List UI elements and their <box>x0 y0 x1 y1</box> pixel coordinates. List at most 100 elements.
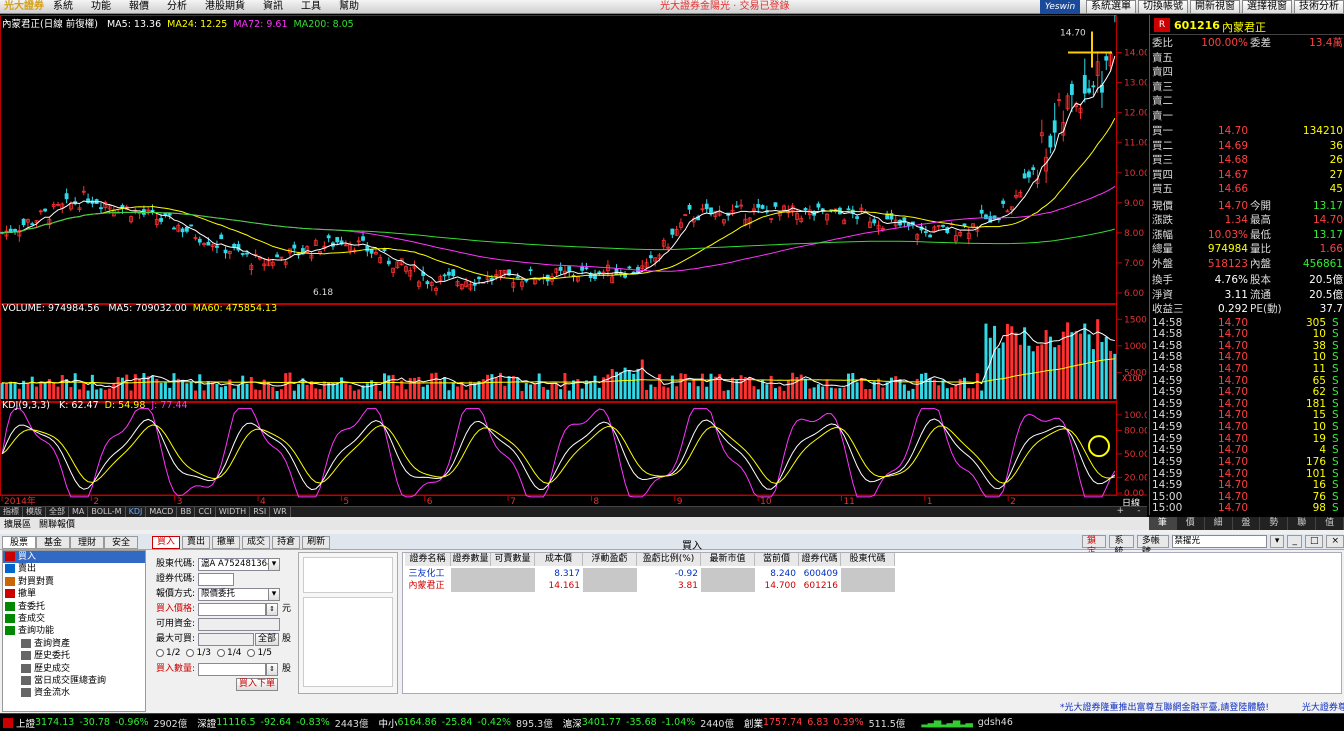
indicator-tab-2[interactable]: 全部 <box>46 507 69 517</box>
position-cell-name[interactable]: 三友化工 <box>405 568 451 580</box>
top-button-2[interactable]: 開新視窗 <box>1190 0 1240 14</box>
zoom-in-icon[interactable]: + <box>1117 506 1125 517</box>
position-cell-qty[interactable] <box>451 580 491 592</box>
top-button-3[interactable]: 選擇視窗 <box>1242 0 1292 14</box>
order-tab-3[interactable]: 成交 <box>242 536 271 549</box>
zoom-out-icon[interactable]: - <box>1137 506 1140 517</box>
trade-control-1[interactable]: 系統 <box>1109 535 1134 557</box>
indicator-tab-11[interactable]: WR <box>270 507 291 517</box>
tree-node-6[interactable]: 查詢功能 <box>3 625 145 637</box>
qty-stepper-icon[interactable]: ⇕ <box>266 663 278 676</box>
fraction-radio-3[interactable]: 1/5 <box>247 648 272 658</box>
position-cell-qty[interactable] <box>451 568 491 580</box>
position-cell-pl[interactable] <box>583 580 637 592</box>
index-name[interactable]: 上證 <box>16 716 35 730</box>
position-cell-acct[interactable] <box>841 580 895 592</box>
position-cell-plpct[interactable]: 3.81 <box>637 580 701 592</box>
window-max-icon[interactable]: □ <box>1304 535 1324 548</box>
submit-buy-button[interactable]: 買入下單 <box>236 678 278 691</box>
status-lock-icon[interactable] <box>3 717 13 728</box>
indicator-tab-5[interactable]: KDJ <box>126 507 147 517</box>
position-cell-mv[interactable] <box>701 580 755 592</box>
related-quote-tab[interactable]: 關聯報價 <box>35 517 79 530</box>
chart-canvas[interactable]: 14.00 13.00 12.00 11.00 10.00 9.00 8.00 7.00 6.0… <box>0 15 1147 505</box>
radio-icon[interactable] <box>156 649 164 657</box>
code-input[interactable] <box>198 573 234 586</box>
column-header-8[interactable]: 證券代碼 <box>799 553 841 566</box>
position-cell-mv[interactable] <box>701 568 755 580</box>
radio-icon[interactable] <box>216 649 225 657</box>
quote-tab-5[interactable]: 聯 <box>1288 517 1317 530</box>
column-header-1[interactable]: 證券數量 <box>451 553 491 566</box>
column-header-7[interactable]: 當前價 <box>755 553 799 566</box>
position-cell-plpct[interactable]: -0.92 <box>637 568 701 580</box>
order-tab-2[interactable]: 撤單 <box>212 536 241 549</box>
account-switch-select[interactable]: 禁擢光 <box>1171 535 1267 548</box>
indicator-tab-7[interactable]: BB <box>177 507 196 517</box>
fraction-radio-1[interactable]: 1/3 <box>186 648 211 658</box>
column-header-9[interactable]: 股東代碼 <box>841 553 895 566</box>
radio-icon[interactable] <box>247 649 256 657</box>
fraction-radio-0[interactable]: 1/2 <box>156 648 180 658</box>
tree-node-0[interactable]: 買入 <box>3 551 145 564</box>
indicator-tab-8[interactable]: CCI <box>195 507 216 517</box>
tree-tab-0[interactable]: 股票 <box>2 536 36 549</box>
quote-tab-4[interactable]: 勢 <box>1260 517 1289 530</box>
quote-tab-2[interactable]: 細 <box>1205 517 1233 530</box>
fraction-radio-2[interactable]: 1/4 <box>216 648 241 658</box>
trade-control-0[interactable]: 鎖定 <box>1082 535 1107 557</box>
menu-2[interactable]: 報價 <box>120 0 158 14</box>
tree-node-1[interactable]: 賣出 <box>3 563 145 575</box>
index-name[interactable]: 中小 <box>378 716 397 730</box>
tree-node-2[interactable]: 對買對賣 <box>3 576 145 588</box>
account-switch-dropdown-icon[interactable]: ▾ <box>1269 535 1285 548</box>
position-cell-sell[interactable] <box>491 580 535 592</box>
indicator-tab-6[interactable]: MACD <box>146 507 178 517</box>
position-cell-acct[interactable] <box>841 568 895 580</box>
menu-3[interactable]: 分析 <box>158 0 196 14</box>
tree-node-9[interactable]: 歷史成交 <box>3 663 145 675</box>
indicator-tab-1[interactable]: 模版 <box>23 507 46 517</box>
tree-node-8[interactable]: 歷史委托 <box>3 650 145 662</box>
column-header-0[interactable]: 證券名稱 <box>405 553 451 566</box>
top-button-4[interactable]: 技術分析 <box>1294 0 1344 14</box>
quote-tab-3[interactable]: 盤 <box>1233 517 1261 530</box>
top-button-1[interactable]: 切換帳號 <box>1138 0 1188 14</box>
candlestick-chart[interactable]: 14.00 13.00 12.00 11.00 10.00 9.00 8.00 7.00 6.0… <box>0 15 1147 515</box>
account-dropdown-icon[interactable]: ▾ <box>268 558 280 571</box>
trade-control-2[interactable]: 多帳號 <box>1136 535 1169 557</box>
news-text-2[interactable]: 光大證券尊 <box>1302 703 1344 713</box>
order-tab-5[interactable]: 刷新 <box>302 536 331 549</box>
column-header-3[interactable]: 成本價 <box>535 553 583 566</box>
zoom-controls[interactable]: + - <box>1110 506 1147 517</box>
indicator-tab-4[interactable]: BOLL-M <box>88 507 126 517</box>
tree-node-7[interactable]: 查詢資產 <box>3 638 145 650</box>
price-stepper-icon[interactable]: ⇕ <box>266 603 278 616</box>
price-input[interactable] <box>198 603 266 616</box>
tree-node-4[interactable]: 查委托 <box>3 601 145 613</box>
menu-4[interactable]: 港股期貨 <box>196 0 254 14</box>
position-cell-name[interactable]: 內蒙君正 <box>405 580 451 592</box>
indicator-tab-3[interactable]: MA <box>69 507 89 517</box>
order-tab-0[interactable]: 買入 <box>152 536 181 549</box>
column-header-4[interactable]: 浮動盈虧 <box>583 553 637 566</box>
window-min-icon[interactable]: _ <box>1287 535 1302 548</box>
tree-tab-3[interactable]: 安全 <box>104 536 138 549</box>
tree-node-10[interactable]: 當日成交匯總查詢 <box>3 675 145 687</box>
quote-tab-6[interactable]: 值 <box>1316 517 1344 530</box>
column-header-6[interactable]: 最新市值 <box>701 553 755 566</box>
indicator-tab-10[interactable]: RSI <box>250 507 271 517</box>
menu-1[interactable]: 功能 <box>82 0 120 14</box>
indicator-tab-9[interactable]: WIDTH <box>216 507 251 517</box>
menu-5[interactable]: 資訊 <box>254 0 292 14</box>
tree-tab-2[interactable]: 理財 <box>70 536 104 549</box>
quote-method-dropdown-icon[interactable]: ▾ <box>268 588 280 601</box>
expand-area-tab[interactable]: 擴展區 <box>0 517 35 530</box>
order-tab-1[interactable]: 賣出 <box>182 536 211 549</box>
radio-icon[interactable] <box>186 649 195 657</box>
position-cell-price[interactable]: 14.700 <box>755 580 799 592</box>
news-text[interactable]: *光大證券隆重推出富尊互聯網金融平臺,請登陸體驗! <box>1060 703 1269 713</box>
indicator-tab-0[interactable]: 指標 <box>0 507 23 517</box>
menu-7[interactable]: 幫助 <box>330 0 368 14</box>
tree-node-11[interactable]: 資金流水 <box>3 687 145 699</box>
